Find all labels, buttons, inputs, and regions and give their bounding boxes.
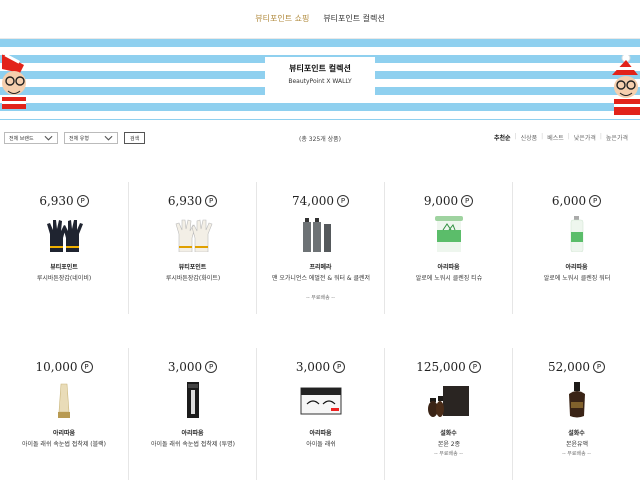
point-icon: P xyxy=(80,361,93,373)
price-value: 3,000 xyxy=(167,360,203,374)
navy-gloves-icon xyxy=(47,220,83,252)
product-brand: 설화수 xyxy=(568,430,585,437)
point-icon: P xyxy=(76,195,89,207)
product-price: 9,000 P xyxy=(385,194,512,208)
product-brand: 아리따움 xyxy=(309,430,332,437)
price-value: 9,000 xyxy=(423,194,459,208)
product-name: 본윤유액 xyxy=(565,441,589,448)
point-icon: P xyxy=(205,361,218,373)
product-card[interactable]: 9,000 P 아리따움 알로에 노워시 클렌징 티슈 xyxy=(384,182,512,314)
sulwhasoo-set-icon xyxy=(428,386,469,417)
product-brand: 아리따움 xyxy=(181,430,204,437)
product-price: 3,000 P xyxy=(129,360,256,374)
product-grid-row: 6,930 P 뷰티포인트 루시바튼장갑(네이비) 6,930 P 뷰티포인트 루시… xyxy=(0,182,640,314)
product-brand: 뷰티포인트 xyxy=(50,264,78,271)
product-price: 74,000 P xyxy=(257,194,384,208)
product-name: 아이돌 래쉬 xyxy=(306,441,336,448)
product-price: 3,000 P xyxy=(257,360,384,374)
product-price: 125,000 P xyxy=(385,360,512,374)
product-card[interactable]: 6,000 P 아리따움 알로에 노워시 클렌징 워터 xyxy=(512,182,640,314)
sort-best[interactable]: 베스트 xyxy=(543,133,568,142)
wally-character-icon xyxy=(612,55,640,115)
point-icon: P xyxy=(205,195,218,207)
product-price: 10,000 P xyxy=(0,360,128,374)
product-card[interactable]: 3,000 P 아리따움 아이돌 래쉬 xyxy=(256,348,384,480)
product-grid-row: 10,000 P 아리따움 아이돌 래쉬 속눈썹 접착제 (블랙) 3,000 P … xyxy=(0,348,640,480)
price-value: 6,930 xyxy=(167,194,203,208)
product-name: 아이돌 래쉬 속눈썹 접착제 (투명) xyxy=(150,441,236,448)
aloe-tissue-tub-icon xyxy=(435,216,463,252)
false-lashes-icon xyxy=(300,387,342,415)
product-brand: 설화수 xyxy=(440,430,457,437)
product-price: 6,930 P xyxy=(0,194,128,208)
product-price: 6,930 P xyxy=(129,194,256,208)
product-brand: 아리따움 xyxy=(437,264,460,271)
product-card[interactable]: 3,000 P 아리따움 아이돌 래쉬 속눈썹 접착제 (투명) xyxy=(128,348,256,480)
point-icon: P xyxy=(337,195,349,207)
product-card[interactable]: 52,000 P 설화수 본윤유액 -- 무료배송 -- xyxy=(512,348,640,480)
product-price: 6,000 P xyxy=(513,194,640,208)
price-value: 6,930 xyxy=(39,194,74,208)
product-name: 루시바튼장갑(화이트) xyxy=(165,275,221,282)
price-value: 6,000 xyxy=(551,194,587,208)
product-brand: 프리메라 xyxy=(309,264,332,271)
product-name: 아이돌 래쉬 속눈썹 접착제 (블랙) xyxy=(21,441,107,448)
product-brand: 아리따움 xyxy=(565,264,588,271)
white-gloves-icon xyxy=(175,219,213,252)
aloe-water-bottle-icon xyxy=(570,216,584,252)
product-name: 루시바튼장갑(네이비) xyxy=(36,275,92,282)
product-name: 알로에 노워시 클렌징 티슈 xyxy=(415,275,483,282)
product-card[interactable]: 74,000 P 프리메라 맨 오가니언스 에멀전 & 워터 & 클렌저 -- 무… xyxy=(256,182,384,314)
product-price: 52,000 P xyxy=(513,360,640,374)
sort-high-price[interactable]: 높은가격 xyxy=(602,133,632,142)
sort-newest[interactable]: 신상품 xyxy=(517,133,542,142)
wally-character-icon xyxy=(0,49,26,109)
tab-beautypoint-shopping[interactable]: 뷰티포인트 쇼핑 xyxy=(255,13,309,24)
sort-low-price[interactable]: 낮은가격 xyxy=(570,133,600,142)
sulwhasoo-bottle-icon xyxy=(569,382,585,418)
tab-beautypoint-collection[interactable]: 뷰티포인트 컬렉션 xyxy=(323,13,384,24)
point-icon: P xyxy=(333,361,346,373)
free-shipping-label: -- 무료배송 -- xyxy=(562,451,591,457)
banner-subtitle: BeautyPoint X WALLY xyxy=(288,78,352,85)
product-name: 알로에 노워시 클렌징 워터 xyxy=(543,275,611,282)
sort-recommended[interactable]: 추천순 xyxy=(490,133,515,142)
point-icon: P xyxy=(461,195,474,207)
men-skincare-set-icon xyxy=(303,218,331,252)
price-value: 125,000 xyxy=(416,360,466,374)
free-shipping-label: -- 무료배송 -- xyxy=(434,451,463,457)
price-value: 10,000 xyxy=(35,360,78,374)
price-value: 3,000 xyxy=(295,360,331,374)
banner-title: 뷰티포인트 컬렉션 xyxy=(289,64,351,73)
product-brand: 아리따움 xyxy=(52,430,76,437)
product-card[interactable]: 10,000 P 아리따움 아이돌 래쉬 속눈썹 접착제 (블랙) xyxy=(0,348,128,480)
collection-banner: 뷰티포인트 컬렉션 BeautyPoint X WALLY xyxy=(0,38,640,120)
price-value: 52,000 xyxy=(548,360,590,374)
product-brand: 뷰티포인트 xyxy=(178,264,207,271)
product-card[interactable]: 6,930 P 뷰티포인트 루시바튼장갑(화이트) xyxy=(128,182,256,314)
product-card[interactable]: 125,000 P 설화수 본윤 2종 -- 무료배송 -- xyxy=(384,348,512,480)
lash-glue-pack-icon xyxy=(187,382,199,418)
product-name: 본윤 2종 xyxy=(437,441,461,448)
banner-title-box: 뷰티포인트 컬렉션 BeautyPoint X WALLY xyxy=(265,57,375,99)
product-card[interactable]: 6,930 P 뷰티포인트 루시바튼장갑(네이비) xyxy=(0,182,128,314)
point-icon: P xyxy=(589,195,602,207)
price-value: 74,000 xyxy=(292,194,334,208)
free-shipping-label: -- 무료배송 -- xyxy=(306,295,335,301)
top-nav: 뷰티포인트 쇼핑 뷰티포인트 컬렉션 xyxy=(0,0,640,36)
point-icon: P xyxy=(468,361,481,373)
sort-options: 추천순 | 신상품 | 베스트 | 낮은가격 | 높은가격 xyxy=(490,133,632,142)
point-icon: P xyxy=(593,361,605,373)
lash-glue-tube-icon xyxy=(58,383,70,418)
product-name: 맨 오가니언스 에멀전 & 워터 & 클렌저 xyxy=(271,275,371,282)
